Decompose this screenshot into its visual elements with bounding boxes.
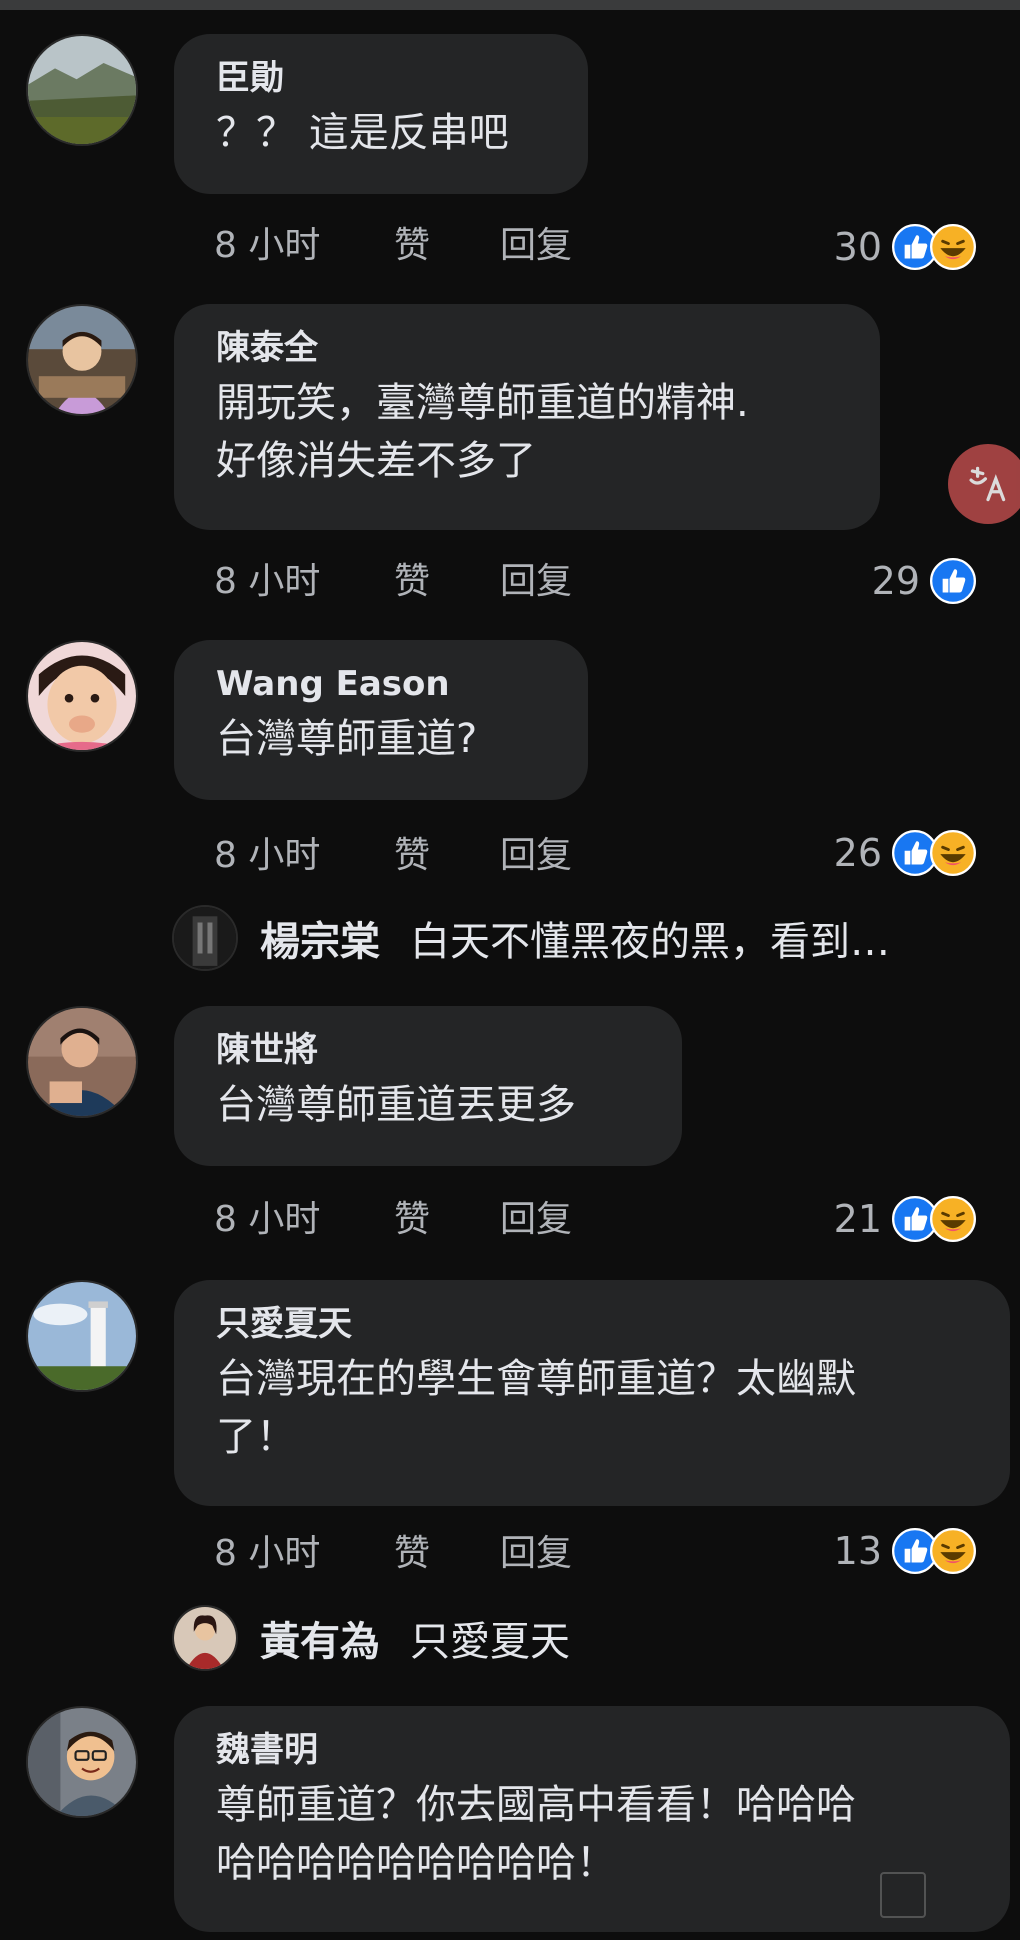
comment-author[interactable]: 陳世將 bbox=[216, 1028, 644, 1072]
comment-bubble[interactable]: 臣勛 ？？ 這是反串吧 bbox=[174, 34, 588, 194]
comment-time: 8 小时 bbox=[214, 835, 321, 876]
comment-time: 8 小时 bbox=[214, 1533, 321, 1574]
watermark-icon bbox=[880, 1872, 926, 1918]
like-reaction-icon bbox=[930, 558, 976, 604]
comment-time: 8 小时 bbox=[214, 561, 321, 602]
reply-text: 只愛夏天 bbox=[410, 1619, 570, 1665]
comment-time: 8 小时 bbox=[214, 225, 321, 266]
reply-button[interactable]: 回复 bbox=[500, 552, 572, 604]
reply-button[interactable]: 回复 bbox=[500, 826, 572, 878]
collapsed-reply[interactable]: 黃有為 只愛夏天 bbox=[172, 1602, 570, 1674]
comment-bubble[interactable]: Wang Eason 台灣尊師重道? bbox=[174, 640, 588, 800]
reaction-count: 30 bbox=[833, 225, 882, 269]
comment-text: 台灣尊師重道? bbox=[216, 716, 478, 762]
avatar[interactable] bbox=[26, 304, 138, 416]
reaction-summary[interactable]: 30 bbox=[834, 224, 976, 270]
avatar[interactable] bbox=[26, 1706, 138, 1818]
avatar[interactable] bbox=[26, 1280, 138, 1392]
reaction-count: 29 bbox=[871, 559, 920, 603]
avatar[interactable] bbox=[172, 905, 238, 971]
haha-reaction-icon bbox=[930, 224, 976, 270]
comment-author[interactable]: Wang Eason bbox=[216, 662, 550, 706]
reaction-summary[interactable]: 26 bbox=[834, 830, 976, 876]
reaction-summary[interactable]: 29 bbox=[872, 558, 976, 604]
comment-author[interactable]: 只愛夏天 bbox=[216, 1302, 972, 1346]
reaction-summary[interactable]: 21 bbox=[834, 1196, 976, 1242]
reaction-count: 26 bbox=[833, 831, 882, 875]
comment-meta: 8 小时 赞回复 bbox=[214, 1524, 572, 1576]
comment-bubble[interactable]: 只愛夏天 台灣現在的學生會尊師重道？太幽默 了！ bbox=[174, 1280, 1010, 1506]
like-button[interactable]: 赞 bbox=[394, 552, 500, 604]
comment-time: 8 小时 bbox=[214, 1199, 321, 1240]
comment-bubble[interactable]: 陳世將 台灣尊師重道丟更多 bbox=[174, 1006, 682, 1166]
comment-text: ？？ 這是反串吧 bbox=[216, 110, 509, 156]
like-button[interactable]: 赞 bbox=[394, 1524, 500, 1576]
reply-author[interactable]: 楊宗棠 bbox=[260, 909, 380, 967]
comment-meta: 8 小时 赞回复 bbox=[214, 216, 572, 268]
comment-text: 台灣現在的學生會尊師重道？太幽默 了！ bbox=[216, 1356, 856, 1460]
reply-button[interactable]: 回复 bbox=[500, 216, 572, 268]
reaction-summary[interactable]: 13 bbox=[834, 1528, 976, 1574]
comment-author[interactable]: 臣勛 bbox=[216, 56, 550, 100]
avatar[interactable] bbox=[26, 1006, 138, 1118]
comment-text: 尊師重道？你去國高中看看！哈哈哈 哈哈哈哈哈哈哈哈哈！ bbox=[216, 1782, 856, 1886]
avatar[interactable] bbox=[172, 1605, 238, 1671]
reply-button[interactable]: 回复 bbox=[500, 1524, 572, 1576]
top-divider bbox=[0, 0, 1020, 10]
comment-text: 開玩笑，臺灣尊師重道的精神. 好像消失差不多了 bbox=[216, 380, 749, 484]
like-button[interactable]: 赞 bbox=[394, 1190, 500, 1242]
avatar[interactable] bbox=[26, 640, 138, 752]
comment-author[interactable]: 魏書明 bbox=[216, 1728, 972, 1772]
avatar[interactable] bbox=[26, 34, 138, 146]
comment-meta: 8 小时 赞回复 bbox=[214, 826, 572, 878]
reaction-count: 13 bbox=[833, 1529, 882, 1573]
reply-text: 白天不懂黑夜的黑，看到… bbox=[410, 919, 890, 965]
comment-bubble[interactable]: 陳泰全 開玩笑，臺灣尊師重道的精神. 好像消失差不多了 bbox=[174, 304, 880, 530]
like-button[interactable]: 赞 bbox=[394, 826, 500, 878]
haha-reaction-icon bbox=[930, 830, 976, 876]
comment-author[interactable]: 陳泰全 bbox=[216, 326, 842, 370]
haha-reaction-icon bbox=[930, 1528, 976, 1574]
comment-text: 台灣尊師重道丟更多 bbox=[216, 1082, 576, 1128]
reply-button[interactable]: 回复 bbox=[500, 1190, 572, 1242]
collapsed-reply[interactable]: 楊宗棠 白天不懂黑夜的黑，看到… bbox=[172, 902, 890, 974]
reply-author[interactable]: 黃有為 bbox=[260, 1609, 380, 1667]
haha-reaction-icon bbox=[930, 1196, 976, 1242]
reaction-count: 21 bbox=[833, 1197, 882, 1241]
comment-meta: 8 小时 赞回复 bbox=[214, 552, 572, 604]
like-button[interactable]: 赞 bbox=[394, 216, 500, 268]
comment-meta: 8 小时 赞回复 bbox=[214, 1190, 572, 1242]
translate-icon[interactable] bbox=[948, 444, 1020, 524]
